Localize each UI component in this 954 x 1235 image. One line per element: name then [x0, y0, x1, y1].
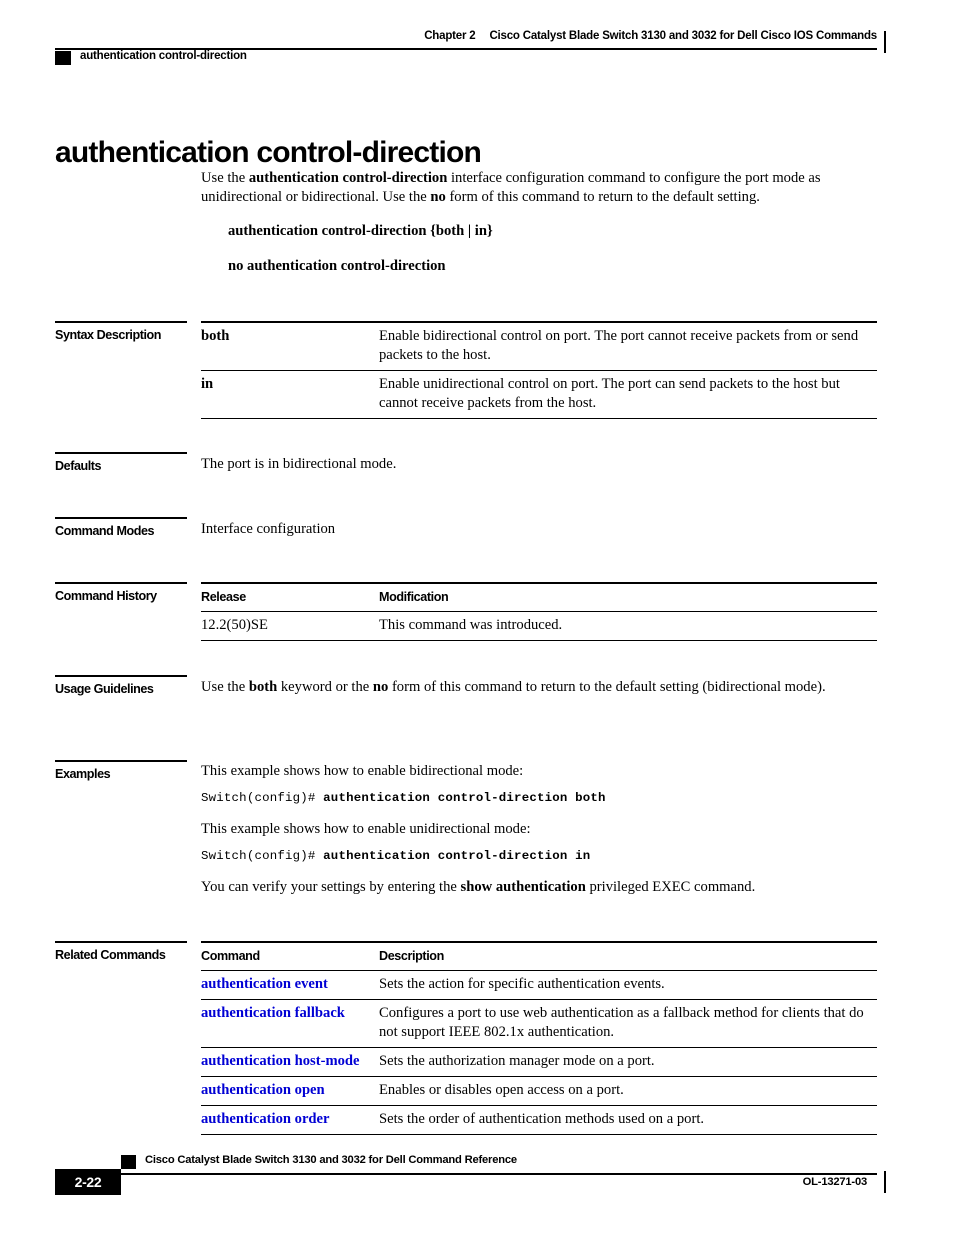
- column-header-modification: Modification: [379, 590, 449, 604]
- intro-bold-no: no: [430, 189, 446, 205]
- intro-bold-command: authentication control-direction: [248, 170, 448, 186]
- footer-document-id: OL-13271-03: [802, 1176, 868, 1188]
- related-command-link[interactable]: authentication order: [201, 1111, 330, 1127]
- usage-bold-no: no: [372, 679, 389, 695]
- related-command-link[interactable]: authentication event: [201, 976, 328, 992]
- section-label-examples: Examples: [55, 760, 187, 781]
- cli-command: authentication control-direction both: [323, 791, 606, 805]
- command-modes-text: Interface configuration: [201, 521, 336, 537]
- related-command-link[interactable]: authentication host-mode: [201, 1053, 360, 1069]
- intro-paragraph: Use the authentication control-direction…: [201, 169, 877, 207]
- cli-prompt: Switch(config)#: [201, 791, 324, 805]
- syntax-usage-line-1: authentication control-direction {both |…: [228, 223, 493, 239]
- syntax-description-table: both Enable bidirectional control on por…: [201, 321, 877, 419]
- usage-mid: keyword or the: [277, 679, 373, 695]
- related-command-description: Sets the order of authentication methods…: [379, 1111, 705, 1127]
- table-row: authentication host-mode Sets the author…: [201, 1048, 877, 1077]
- table-row: both Enable bidirectional control on por…: [201, 322, 877, 371]
- usage-bold-both: both: [248, 679, 278, 695]
- related-command-link[interactable]: authentication fallback: [201, 1005, 345, 1021]
- table-header-row: Command Description: [201, 942, 877, 971]
- usage-prefix: Use the: [201, 679, 249, 695]
- section-label-command-modes: Command Modes: [55, 517, 187, 538]
- examples-cli-line-1: Switch(config)# authentication control-d…: [201, 789, 877, 808]
- intro-suffix: form of this command to return to the de…: [445, 189, 760, 205]
- header-book-title: Cisco Catalyst Blade Switch 3130 and 303…: [489, 30, 877, 42]
- examples-cli-line-2: Switch(config)# authentication control-d…: [201, 847, 877, 866]
- page-header: Chapter 2 Cisco Catalyst Blade Switch 31…: [55, 30, 886, 76]
- section-label-command-history: Command History: [55, 582, 187, 603]
- footer-right-tick: [884, 1171, 886, 1193]
- examples-verify-text: You can verify your settings by entering…: [201, 878, 877, 897]
- defaults-text: The port is in bidirectional mode.: [201, 456, 397, 472]
- related-commands-table: Command Description authentication event…: [201, 941, 877, 1135]
- footer-page-number: 2-22: [55, 1169, 121, 1195]
- table-row: in Enable unidirectional control on port…: [201, 371, 877, 419]
- cli-command: authentication control-direction in: [323, 849, 591, 863]
- related-command-link-cell[interactable]: authentication event: [201, 971, 379, 1000]
- table-row: authentication event Sets the action for…: [201, 971, 877, 1000]
- modification-cell: This command was introduced.: [379, 617, 563, 633]
- syntax-description-cell: Enable bidirectional control on port. Th…: [379, 328, 859, 363]
- column-header-command: Command: [201, 949, 260, 963]
- related-command-description: Configures a port to use web authenticat…: [379, 1005, 864, 1040]
- table-row: 12.2(50)SE This command was introduced.: [201, 612, 877, 641]
- related-command-description: Sets the action for specific authenticat…: [379, 976, 665, 992]
- verify-bold-command: show authentication: [460, 879, 586, 895]
- examples-intro-2: This example shows how to enable unidire…: [201, 821, 531, 837]
- cli-prompt: Switch(config)#: [201, 849, 324, 863]
- column-header-description: Description: [379, 949, 444, 963]
- related-command-description: Enables or disables open access on a por…: [379, 1082, 624, 1098]
- table-row: authentication fallback Configures a por…: [201, 1000, 877, 1048]
- release-cell: 12.2(50)SE: [201, 617, 268, 633]
- footer-rule: [55, 1173, 877, 1175]
- page-footer: Cisco Catalyst Blade Switch 3130 and 303…: [55, 1154, 886, 1205]
- section-label-usage-guidelines: Usage Guidelines: [55, 675, 187, 696]
- column-header-release: Release: [201, 590, 246, 604]
- intro-prefix: Use the: [201, 170, 249, 186]
- examples-intro-1: This example shows how to enable bidirec…: [201, 763, 524, 779]
- table-row: authentication open Enables or disables …: [201, 1077, 877, 1106]
- footer-book-title: Cisco Catalyst Blade Switch 3130 and 303…: [145, 1154, 517, 1166]
- section-label-defaults: Defaults: [55, 452, 187, 473]
- verify-suffix: privileged EXEC command.: [585, 879, 756, 895]
- related-command-description: Sets the authorization manager mode on a…: [379, 1053, 655, 1069]
- intro-paragraph-block: Use the authentication control-direction…: [201, 169, 877, 207]
- header-chapter-label: Chapter 2: [424, 30, 476, 42]
- footer-square-marker-icon: [121, 1155, 136, 1169]
- related-command-link-cell[interactable]: authentication host-mode: [201, 1048, 379, 1077]
- page-title: authentication control-direction: [55, 136, 482, 170]
- related-command-link-cell[interactable]: authentication fallback: [201, 1000, 379, 1048]
- syntax-description-cell: Enable unidirectional control on port. T…: [379, 376, 840, 411]
- related-command-link[interactable]: authentication open: [201, 1082, 325, 1098]
- usage-suffix: form of this command to return to the de…: [388, 679, 826, 695]
- related-command-link-cell[interactable]: authentication order: [201, 1106, 379, 1135]
- section-label-syntax-description: Syntax Description: [55, 321, 187, 342]
- syntax-keyword: both: [201, 328, 230, 344]
- section-label-related-commands: Related Commands: [55, 941, 187, 962]
- usage-guidelines-text: Use the both keyword or the no form of t…: [201, 678, 877, 697]
- document-page: Chapter 2 Cisco Catalyst Blade Switch 31…: [0, 0, 954, 1235]
- related-command-link-cell[interactable]: authentication open: [201, 1077, 379, 1106]
- header-chapter-line: Chapter 2 Cisco Catalyst Blade Switch 31…: [424, 30, 886, 53]
- header-running-head: authentication control-direction: [80, 50, 247, 62]
- command-history-table: Release Modification 12.2(50)SE This com…: [201, 582, 877, 641]
- table-header-row: Release Modification: [201, 583, 877, 612]
- header-square-marker-icon: [55, 51, 71, 65]
- syntax-keyword: in: [201, 376, 214, 392]
- header-right-tick: [884, 31, 886, 53]
- verify-prefix: You can verify your settings by entering…: [201, 879, 461, 895]
- table-row: authentication order Sets the order of a…: [201, 1106, 877, 1135]
- syntax-usage-line-2: no authentication control-direction: [228, 258, 446, 274]
